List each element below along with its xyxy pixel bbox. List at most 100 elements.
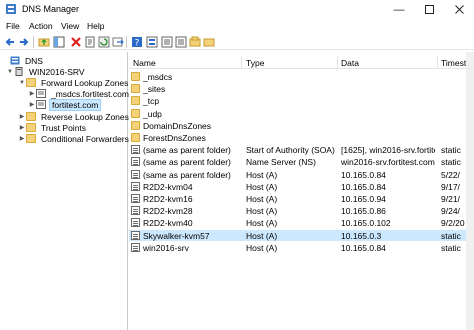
expand-icon[interactable]: ▶ xyxy=(28,90,36,97)
folder-icon xyxy=(26,123,36,132)
cell-timestamp: static xyxy=(441,157,461,168)
cell-type: Host (A) xyxy=(246,194,278,204)
minimize-button[interactable]: — xyxy=(384,0,414,19)
collapse-icon[interactable]: ▼ xyxy=(18,80,26,86)
folder-icon xyxy=(26,78,36,87)
tree-node-forward-lookup-zones[interactable]: ▼ Forward Lookup Zones xyxy=(18,77,130,88)
folder-icon[interactable] xyxy=(203,36,215,48)
cell-type: Host (A) xyxy=(246,230,278,241)
expand-icon[interactable]: ▶ xyxy=(18,124,26,131)
domain-icon[interactable] xyxy=(189,36,201,48)
record2-icon[interactable] xyxy=(175,36,187,48)
table-row[interactable]: _sites xyxy=(129,83,474,94)
menu-file[interactable]: File xyxy=(6,21,20,31)
dns-record-icon xyxy=(131,145,140,155)
tree-node-dns[interactable]: DNS xyxy=(2,55,45,66)
delete-icon[interactable] xyxy=(70,36,82,48)
dns-record-icon xyxy=(131,230,140,240)
show-hide-tree-icon[interactable] xyxy=(53,36,65,48)
tree-node-conditional-forwarders[interactable]: ▶ Conditional Forwarders xyxy=(18,133,131,144)
cell-data: 10.165.0.86 xyxy=(341,206,386,217)
console-tree: DNS ▼ WIN2016-SRV ▼ Forward Lookup Zones… xyxy=(0,52,131,330)
tree-node-msdcs-zone[interactable]: ▶ _msdcs.fortitest.com xyxy=(28,88,131,99)
maximize-button[interactable] xyxy=(414,0,444,19)
table-row[interactable]: R2D2-kvm04 Host (A) 10.165.0.84 9/17/ xyxy=(129,181,474,192)
table-row[interactable]: (same as parent folder) Name Server (NS) w… xyxy=(129,156,474,167)
cell-timestamp: 5/22/ xyxy=(441,169,460,180)
cell-name: _msdcs xyxy=(143,72,173,82)
expand-icon[interactable]: ▶ xyxy=(18,135,26,142)
expand-icon[interactable]: ▶ xyxy=(28,101,36,108)
column-header-name[interactable]: Name xyxy=(133,58,156,68)
table-row[interactable]: (same as parent folder) Start of Authorit… xyxy=(129,144,474,155)
cell-data: 10.165.0.94 xyxy=(341,194,386,204)
cell-timestamp: static xyxy=(441,145,461,156)
cell-name: _udp xyxy=(143,108,162,119)
table-row[interactable]: _msdcs xyxy=(129,71,474,82)
cell-data: 10.165.0.84 xyxy=(341,169,386,180)
cell-name: _sites xyxy=(143,84,166,95)
cell-data: 10.165.0.3 xyxy=(341,230,382,241)
forward-icon[interactable] xyxy=(18,36,30,48)
cell-data: 10.165.0.102 xyxy=(341,218,391,229)
folder-icon xyxy=(131,108,140,118)
cell-name: Skywalker-kvm57 xyxy=(143,230,210,241)
menu-action[interactable]: Action xyxy=(29,21,53,31)
dns-record-icon xyxy=(131,157,140,167)
folder-icon xyxy=(131,72,140,81)
tree-node-reverse-lookup-zones[interactable]: ▶ Reverse Lookup Zones xyxy=(18,111,131,122)
collapse-icon[interactable]: ▼ xyxy=(6,69,14,75)
dns-record-icon xyxy=(131,242,140,252)
table-row[interactable]: DomainDnsZones xyxy=(129,120,474,131)
table-row[interactable]: win2016-srv Host (A) 10.165.0.84 static xyxy=(129,242,474,253)
svg-text:?: ? xyxy=(135,39,140,49)
tree-node-server[interactable]: ▼ WIN2016-SRV xyxy=(6,66,87,77)
zone-icon xyxy=(36,89,46,98)
properties-icon[interactable] xyxy=(84,36,96,48)
help-icon[interactable]: ? xyxy=(131,36,143,48)
cell-type: Start of Authority (SOA) xyxy=(246,145,335,156)
menu-help[interactable]: Help xyxy=(87,21,104,31)
cell-type: Host (A) xyxy=(246,218,278,229)
cell-timestamp: static xyxy=(441,242,461,253)
table-row[interactable]: R2D2-kvm28 Host (A) 10.165.0.86 9/24/ xyxy=(129,205,474,216)
tree-node-trust-points[interactable]: ▶ Trust Points xyxy=(18,122,88,133)
toolbar: ? xyxy=(0,34,474,50)
expand-icon[interactable]: ▶ xyxy=(18,113,26,120)
cell-timestamp: 9/21/ xyxy=(441,194,460,204)
menu-view[interactable]: View xyxy=(61,21,79,31)
table-row[interactable]: _tcp xyxy=(129,95,474,106)
table-row[interactable]: Skywalker-kvm57 Host (A) 10.165.0.3 static xyxy=(129,229,474,241)
back-icon[interactable] xyxy=(4,36,16,48)
dns-record-icon xyxy=(131,169,140,179)
table-row[interactable]: (same as parent folder) Host (A) 10.165.0.… xyxy=(129,169,474,180)
table-row[interactable]: R2D2-kvm16 Host (A) 10.165.0.94 9/21/ xyxy=(129,193,474,204)
table-row[interactable]: _udp xyxy=(129,108,474,119)
close-icon xyxy=(454,5,464,14)
dns-record-icon xyxy=(131,194,140,203)
folder-icon xyxy=(131,96,140,106)
export-icon[interactable] xyxy=(112,36,124,48)
dns-manager-window: DNS Manager — File Action View Help ? DN… xyxy=(0,0,474,330)
table-row[interactable]: ForestDnsZones xyxy=(129,132,474,143)
cell-timestamp: 9/24/ xyxy=(441,206,460,217)
zone-icon xyxy=(36,100,46,109)
dns-record-icon xyxy=(131,181,140,191)
cell-type: Name Server (NS) xyxy=(246,157,316,168)
records-list: Name Type Data Timestamp _msdcs _sites_tc… xyxy=(129,52,474,330)
view-icon[interactable] xyxy=(146,36,158,48)
record-icon[interactable] xyxy=(161,36,173,48)
cell-data: 10.165.0.84 xyxy=(341,242,386,253)
close-button[interactable] xyxy=(444,0,474,19)
column-header-type[interactable]: Type xyxy=(246,58,264,68)
up-folder-icon[interactable] xyxy=(38,36,50,48)
table-row[interactable]: R2D2-kvm40 Host (A) 10.165.0.102 9/2/20 xyxy=(129,217,474,228)
cell-timestamp: 9/17/ xyxy=(441,181,460,192)
refresh-icon[interactable] xyxy=(98,36,110,48)
tree-node-fortitest-zone[interactable]: ▶ fortitest.com xyxy=(28,98,102,111)
cell-data: [1625], win2016-srv.fortite... xyxy=(341,145,435,156)
maximize-icon xyxy=(424,5,434,14)
column-header-data[interactable]: Data xyxy=(341,58,359,68)
vertical-scrollbar[interactable] xyxy=(466,52,474,330)
folder-icon xyxy=(26,112,36,121)
